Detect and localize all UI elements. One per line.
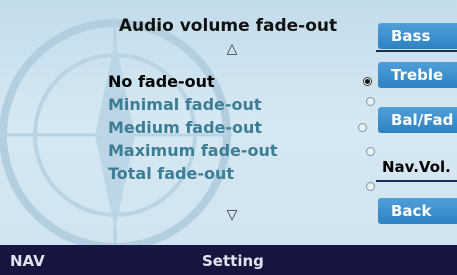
setting-label: Setting bbox=[202, 252, 264, 270]
radio-maximum-fade-out[interactable] bbox=[366, 147, 375, 156]
option-minimal-fade-out[interactable]: Minimal fade-out bbox=[108, 95, 262, 114]
option-medium-fade-out[interactable]: Medium fade-out bbox=[108, 118, 262, 137]
screen-title: Audio volume fade-out bbox=[118, 16, 338, 36]
scroll-up-arrow-icon[interactable]: △ bbox=[222, 41, 242, 57]
option-no-fade-out[interactable]: No fade-out bbox=[108, 72, 215, 91]
option-total-fade-out[interactable]: Total fade-out bbox=[108, 164, 234, 183]
back-button[interactable]: Back bbox=[378, 198, 457, 224]
treble-button[interactable]: Treble bbox=[378, 62, 457, 88]
bottom-status-bar: NAV Setting bbox=[0, 245, 457, 275]
nav-vol-button[interactable]: Nav.Vol. bbox=[378, 154, 457, 180]
bal-fad-button[interactable]: Bal/Fad bbox=[378, 107, 457, 133]
option-maximum-fade-out[interactable]: Maximum fade-out bbox=[108, 141, 278, 160]
radio-minimal-fade-out[interactable] bbox=[366, 97, 375, 106]
radio-no-fade-out[interactable] bbox=[363, 77, 372, 86]
bass-button[interactable]: Bass bbox=[378, 23, 457, 49]
nav-vol-underline bbox=[376, 180, 457, 182]
radio-total-fade-out[interactable] bbox=[366, 182, 375, 191]
scroll-down-arrow-icon[interactable]: ▽ bbox=[222, 207, 242, 223]
radio-medium-fade-out[interactable] bbox=[358, 123, 367, 132]
nav-softkey[interactable]: NAV bbox=[10, 252, 45, 270]
audio-settings-screen: Audio volume fade-out △ No fade-out Mini… bbox=[0, 0, 457, 275]
side-divider bbox=[376, 50, 457, 52]
